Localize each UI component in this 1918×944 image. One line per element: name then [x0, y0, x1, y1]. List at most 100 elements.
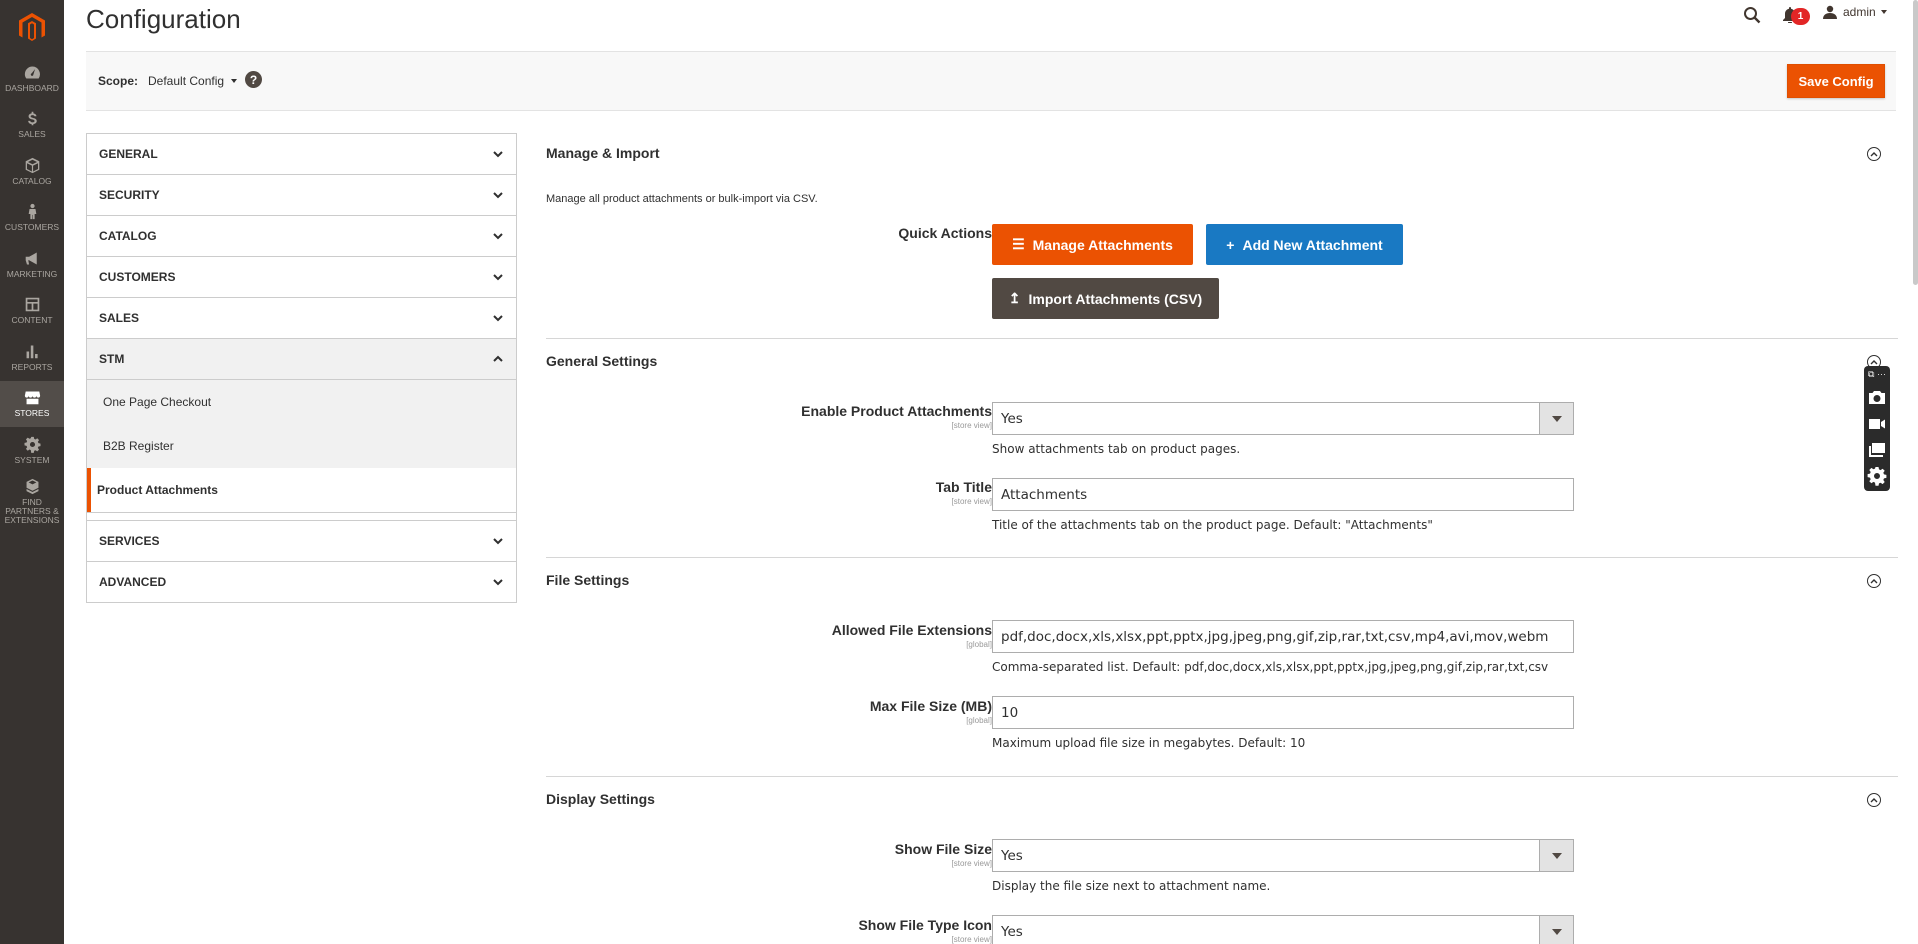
- subtab-b2b-register[interactable]: B2B Register: [87, 424, 516, 468]
- enable-attachments-label: Enable Product Attachments: [801, 403, 992, 419]
- section-header[interactable]: Display Settings: [546, 779, 1898, 819]
- video-camera-icon[interactable]: [1867, 414, 1887, 434]
- section-title: Manage & Import: [546, 145, 660, 161]
- add-new-attachment-button[interactable]: + Add New Attachment: [1206, 224, 1403, 265]
- section-file-settings: File Settings Allowed File Extensions [g…: [546, 560, 1898, 750]
- menu-label: REPORTS: [11, 361, 53, 372]
- menu-customers[interactable]: CUSTOMERS: [0, 195, 64, 242]
- section-title: Display Settings: [546, 791, 655, 807]
- tab-services[interactable]: SERVICES: [87, 521, 516, 562]
- menu-label: CATALOG: [12, 175, 52, 186]
- nav-spacer: [87, 513, 516, 521]
- tab-label: SERVICES: [99, 534, 160, 548]
- tab-sales[interactable]: SALES: [87, 298, 516, 339]
- menu-reports[interactable]: REPORTS: [0, 334, 64, 381]
- windows-icon[interactable]: [1867, 440, 1887, 460]
- search-icon[interactable]: [1743, 6, 1761, 24]
- bar-chart-icon: [26, 345, 38, 359]
- gear-icon: [24, 436, 40, 453]
- gear-icon[interactable]: [1867, 466, 1887, 486]
- section-header[interactable]: File Settings: [546, 560, 1898, 600]
- subtab-product-attachments[interactable]: Product Attachments: [87, 468, 516, 512]
- subtab-one-page-checkout[interactable]: One Page Checkout: [87, 380, 516, 424]
- more-icon[interactable]: ⧉ ⋯: [1868, 370, 1886, 382]
- button-label: Add New Attachment: [1242, 236, 1383, 253]
- manage-attachments-button[interactable]: ☰ Manage Attachments: [992, 224, 1193, 265]
- section-header[interactable]: General Settings: [546, 341, 1898, 381]
- person-icon: [28, 204, 36, 220]
- tab-advanced[interactable]: ADVANCED: [87, 562, 516, 603]
- import-attachments-button[interactable]: ↥ Import Attachments (CSV): [992, 278, 1219, 319]
- field-note: Maximum upload file size in megabytes. D…: [992, 736, 1306, 750]
- help-icon[interactable]: ?: [245, 71, 262, 88]
- import-icon: ↥: [1008, 290, 1021, 306]
- enable-attachments-select[interactable]: Yes: [992, 402, 1574, 435]
- menu-find-partners[interactable]: FIND PARTNERS & EXTENSIONS: [0, 474, 64, 530]
- menu-system[interactable]: SYSTEM: [0, 427, 64, 474]
- menu-dashboard[interactable]: DASHBOARD: [0, 55, 64, 102]
- chevron-down-icon: [493, 274, 503, 281]
- menu-label: CONTENT: [11, 315, 53, 326]
- save-config-button[interactable]: Save Config: [1787, 64, 1885, 98]
- magento-logo[interactable]: [0, 0, 64, 55]
- dropdown-arrow-icon: [1539, 840, 1573, 871]
- field-note: Display the file size next to attachment…: [992, 879, 1271, 893]
- config-tabs: GENERAL SECURITY CATALOG CUSTOMERS SALES…: [86, 133, 517, 603]
- page-scrollbar[interactable]: [1913, 0, 1918, 285]
- menu-sales[interactable]: SALES: [0, 102, 64, 149]
- menu-stores[interactable]: STORES: [0, 380, 64, 427]
- show-file-size-select[interactable]: Yes: [992, 839, 1574, 872]
- tab-security[interactable]: SECURITY: [87, 175, 516, 216]
- speedometer-icon: [24, 66, 40, 79]
- dropdown-arrow-icon: [1539, 916, 1573, 944]
- chevron-up-icon: [493, 355, 503, 362]
- section-title: General Settings: [546, 353, 658, 369]
- section-divider: [546, 776, 1898, 777]
- list-icon: ☰: [1012, 236, 1025, 252]
- field-note: Show attachments tab on product pages.: [992, 442, 1241, 456]
- tab-catalog[interactable]: CATALOG: [87, 216, 516, 257]
- show-file-type-icon-select[interactable]: Yes: [992, 915, 1574, 944]
- menu-catalog[interactable]: CATALOG: [0, 148, 64, 195]
- chevron-down-icon: [493, 151, 503, 158]
- megaphone-icon: [25, 252, 37, 265]
- chevron-down-icon: [493, 579, 503, 586]
- notification-badge[interactable]: 1: [1791, 8, 1810, 25]
- scope-note: [store view]: [951, 497, 992, 506]
- menu-label: FIND PARTNERS & EXTENSIONS: [4, 497, 60, 525]
- collapse-icon[interactable]: [1867, 574, 1881, 588]
- max-file-size-input[interactable]: 10: [992, 696, 1574, 729]
- admin-user-menu[interactable]: admin: [1823, 5, 1887, 19]
- field-note: Title of the attachments tab on the prod…: [992, 518, 1433, 532]
- collapse-icon[interactable]: [1867, 793, 1881, 807]
- select-value: Yes: [1001, 410, 1023, 427]
- tab-stm[interactable]: STM: [87, 339, 516, 380]
- menu-content[interactable]: CONTENT: [0, 288, 64, 335]
- collapse-icon[interactable]: [1867, 147, 1881, 161]
- input-value: pdf,doc,docx,xls,xlsx,ppt,pptx,jpg,jpeg,…: [1001, 628, 1549, 645]
- quick-actions-label: Quick Actions: [898, 225, 992, 241]
- section-description: Manage all product attachments or bulk-i…: [546, 193, 818, 205]
- tab-label: CUSTOMERS: [99, 270, 176, 284]
- allowed-extensions-input[interactable]: pdf,doc,docx,xls,xlsx,ppt,pptx,jpg,jpeg,…: [992, 620, 1574, 653]
- tab-customers[interactable]: CUSTOMERS: [87, 257, 516, 298]
- menu-label: CUSTOMERS: [4, 222, 60, 233]
- page-title: Configuration: [86, 4, 241, 34]
- tab-label: CATALOG: [99, 229, 157, 243]
- tab-title-input[interactable]: Attachments: [992, 478, 1574, 511]
- section-header[interactable]: Manage & Import: [546, 133, 1898, 173]
- section-general-settings: General Settings Enable Product Attachme…: [546, 341, 1898, 532]
- chevron-down-icon: [493, 192, 503, 199]
- input-value: Attachments: [1001, 486, 1088, 503]
- storefront-icon: [24, 391, 40, 405]
- box-icon: [25, 157, 39, 173]
- max-file-size-label: Max File Size (MB): [869, 698, 992, 714]
- admin-menu: DASHBOARD SALES CATALOG CUSTOMERS MARKET…: [0, 0, 64, 944]
- camera-icon[interactable]: [1867, 388, 1887, 408]
- menu-marketing[interactable]: MARKETING: [0, 241, 64, 288]
- tab-general[interactable]: GENERAL: [87, 134, 516, 175]
- tab-label: STM: [99, 352, 125, 366]
- scope-switcher[interactable]: Default Config: [148, 74, 238, 88]
- field-note: Comma-separated list. Default: pdf,doc,d…: [992, 660, 1549, 674]
- button-label: Manage Attachments: [1032, 236, 1173, 253]
